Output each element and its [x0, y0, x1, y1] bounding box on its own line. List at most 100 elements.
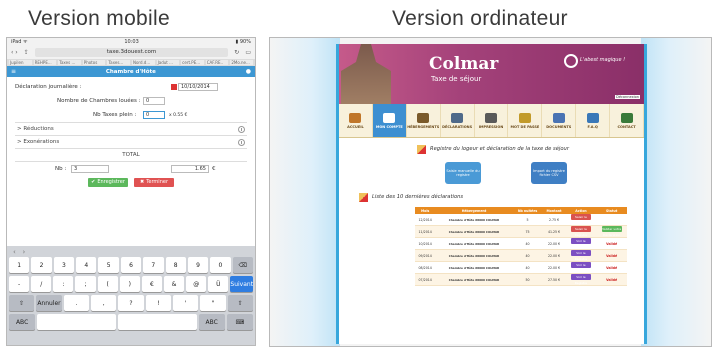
key[interactable]: ,	[90, 295, 117, 311]
key[interactable]: 6	[120, 257, 142, 273]
browser-tabs: Jupilen REHPE... Taxes ... Photos Taxes... No…	[7, 59, 255, 66]
browser-tab[interactable]: Jadut ...	[156, 60, 180, 65]
declarations-table: Mois Hébergement Nb nuitées Montant Action St…	[415, 207, 627, 286]
key[interactable]: ⌫	[232, 257, 253, 273]
user-icon[interactable]: ●	[246, 68, 251, 75]
key[interactable]: €	[141, 276, 162, 292]
key[interactable]	[117, 314, 197, 330]
key[interactable]: ?	[118, 295, 144, 311]
site-subtitle: Taxe de séjour	[431, 75, 482, 83]
key[interactable]: 2	[31, 257, 52, 273]
status-text: Validé	[606, 241, 618, 246]
key[interactable]: /	[31, 276, 52, 292]
nav-item[interactable]: HÉBERGEMENTS	[407, 104, 441, 137]
key[interactable]: ⇧	[227, 295, 253, 311]
key[interactable]: 9	[187, 257, 209, 273]
nav-item[interactable]: MON COMPTE	[372, 104, 407, 137]
logout-link[interactable]: Déconnexion	[615, 95, 640, 99]
reload-icon[interactable]: ↻	[234, 49, 239, 56]
back-icon[interactable]: ‹ ›	[11, 49, 18, 56]
nav-item[interactable]: F.A.Q	[576, 104, 611, 137]
key[interactable]: :	[53, 276, 74, 292]
status-text: Validé	[606, 265, 618, 270]
key[interactable]: !	[145, 295, 171, 311]
cell-montant: 22.00 €	[542, 237, 566, 250]
nav-item[interactable]: DÉCLARATIONS	[441, 104, 475, 137]
browser-tab[interactable]: Taxes...	[107, 60, 130, 65]
key[interactable]: 8	[165, 257, 186, 273]
csv-import-button[interactable]: Import du registre fichier CSV	[531, 162, 567, 184]
key[interactable]: Suivant	[230, 276, 254, 292]
action-button[interactable]: Saisir le Registre	[570, 214, 591, 225]
key[interactable]: ABC	[9, 314, 36, 330]
nav-label: IMPRESSION	[478, 124, 504, 129]
nav-label: F.A.Q	[587, 124, 598, 129]
nav-icon	[552, 112, 565, 123]
key[interactable]: ABC	[198, 314, 225, 330]
site-page: Colmar Taxe de séjour L'abest magique ! …	[336, 44, 647, 344]
validate-button[interactable]: Valider votre Déclaration	[601, 226, 622, 237]
action-button[interactable]: Saisir le Registre	[570, 226, 591, 237]
browser-tab[interactable]: REHPE...	[33, 60, 57, 65]
url-field[interactable]: taxe.3douest.com	[34, 48, 229, 57]
rooms-input[interactable]: 0	[143, 97, 165, 105]
cell-nb: 50	[512, 273, 543, 286]
calendar-icon[interactable]	[171, 84, 177, 90]
browser-tab[interactable]: Nord.d...	[131, 60, 155, 65]
tabs-icon[interactable]: ▭	[245, 49, 251, 56]
manual-entry-button[interactable]: Saisie manuelle du registre	[445, 162, 481, 184]
browser-tab[interactable]: Photos	[82, 60, 106, 65]
reductions-section[interactable]: > Réductions	[15, 122, 247, 135]
nav-item[interactable]: IMPRESSION	[475, 104, 509, 137]
list-heading: Liste des 10 dernières déclarations	[359, 192, 630, 202]
key[interactable]: ;	[75, 276, 96, 292]
save-button[interactable]: ✔ Enregistrer	[88, 177, 128, 187]
table-row: 10/2014 Chambre d'Hôte 68000 COLMAR 40 22.0…	[415, 237, 627, 250]
nav-item[interactable]: DOCUMENTS	[542, 104, 577, 137]
key[interactable]: -	[9, 276, 30, 292]
share-icon[interactable]: ⇪	[24, 49, 29, 56]
taxes-input[interactable]: 0	[143, 111, 165, 119]
key[interactable]: Ü	[208, 276, 229, 292]
action-button[interactable]: Voir le Registre	[570, 274, 591, 285]
cell-montant: 2.75 €	[542, 214, 566, 226]
key[interactable]: 4	[76, 257, 97, 273]
key[interactable]: Annuler	[36, 295, 62, 311]
key[interactable]: &	[163, 276, 185, 292]
nav-icon	[417, 112, 430, 123]
key[interactable]: )	[119, 276, 140, 292]
cell-mois: 09/2014	[415, 249, 436, 262]
nav-item[interactable]: CONTACT	[610, 104, 644, 137]
action-button[interactable]: Voir le Registre	[570, 238, 591, 249]
nav-icon	[586, 112, 599, 123]
menu-icon[interactable]: ≡	[11, 68, 16, 75]
key[interactable]: 5	[98, 257, 119, 273]
key[interactable]: (	[97, 276, 118, 292]
action-button[interactable]: Voir le Registre	[570, 250, 591, 261]
key[interactable]: ⌨	[226, 314, 253, 330]
nb-input: 3	[71, 164, 109, 173]
key[interactable]: 7	[143, 257, 164, 273]
key[interactable]: @	[186, 276, 207, 292]
browser-tab[interactable]: CAF.RE..	[205, 60, 229, 65]
action-button[interactable]: Voir le Registre	[570, 262, 591, 273]
key[interactable]	[37, 314, 116, 330]
browser-tab[interactable]: Jupilen	[9, 60, 32, 65]
keyboard: ‹ › 1 2 3 4 5 6 7 8 9 0 ⌫ - /:;() € & @ Ü Suivant ⇧ Annuler…	[7, 246, 255, 345]
finish-button[interactable]: ✖ Terminer	[134, 177, 174, 187]
date-input[interactable]: 10/10/2014	[178, 83, 218, 91]
key[interactable]: 1	[9, 257, 30, 273]
key[interactable]: .	[63, 295, 89, 311]
exonerations-section[interactable]: > Exonérations	[15, 135, 247, 148]
keyboard-nav[interactable]: ‹ ›	[9, 248, 253, 257]
key[interactable]: '	[172, 295, 199, 311]
nav-item[interactable]: ACCUEIL	[339, 104, 373, 137]
browser-tab[interactable]: Taxes ...	[58, 60, 81, 65]
browser-tab[interactable]: 2Mo.ne...	[230, 60, 253, 65]
key[interactable]: ⇧	[9, 295, 35, 311]
nav-item[interactable]: MOT DE PASSE	[508, 104, 543, 137]
key[interactable]: "	[200, 295, 226, 311]
browser-tab[interactable]: cert.PE...	[181, 60, 204, 65]
key[interactable]: 3	[53, 257, 75, 273]
key[interactable]: 0	[210, 257, 231, 273]
